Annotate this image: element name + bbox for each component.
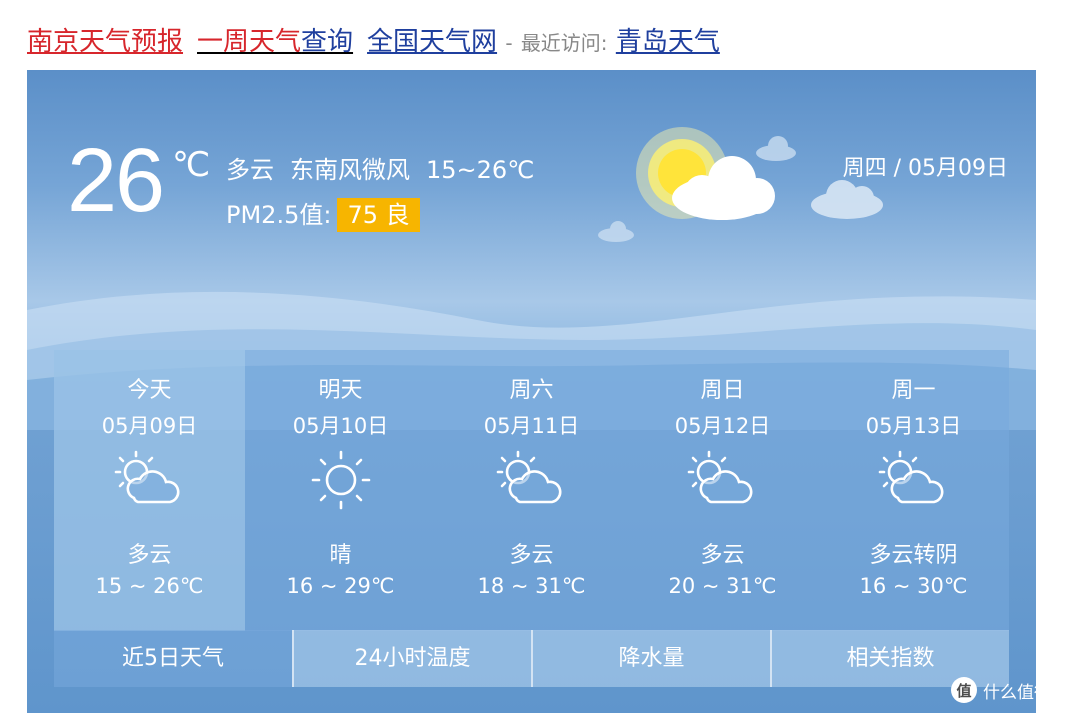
link-separator: - <box>505 31 513 55</box>
forecast-day-date: 05月12日 <box>674 414 771 438</box>
forecast-temp-range: 20 ~ 31℃ <box>668 574 777 598</box>
partly-cloudy-icon <box>878 450 944 504</box>
sun-cloud-illustration <box>598 127 883 242</box>
five-day-forecast: 今天 05月09日 多云 15 ~ 26℃ 明天 05月10日 晴 16 ~ 2… <box>54 350 1009 631</box>
forecast-condition: 多云 <box>509 543 554 568</box>
forecast-day: 周一 05月13日 多云转阴 16 ~ 30℃ <box>818 350 1009 631</box>
current-temp-range: 15~26℃ <box>426 156 535 184</box>
partly-cloudy-icon <box>687 450 753 504</box>
sunny-icon <box>311 450 371 510</box>
partly-cloudy-icon <box>114 450 180 504</box>
forecast-day: 周六 05月11日 多云 18 ~ 31℃ <box>436 350 627 631</box>
forecast-temp-range: 18 ~ 31℃ <box>477 574 586 598</box>
nanjing-forecast-link[interactable]: 南京天气预报 <box>27 27 183 57</box>
watermark: 值 什么值得买 <box>951 675 1068 705</box>
weather-panel: 26 ℃ 多云 东南风微风 15~26℃ PM2.5值: 75 良 周四 / 05月0… <box>27 70 1036 713</box>
pm25-line: PM2.5值: 75 良 <box>226 195 420 232</box>
tab-24h-temperature[interactable]: 24小时温度 <box>292 630 531 687</box>
forecast-temp-range: 16 ~ 29℃ <box>286 574 395 598</box>
forecast-day-date: 05月11日 <box>483 414 580 438</box>
current-wind: 东南风微风 <box>290 156 410 184</box>
tab-precipitation[interactable]: 降水量 <box>531 630 770 687</box>
forecast-condition: 多云转阴 <box>869 543 958 568</box>
forecast-day: 今天 05月09日 多云 15 ~ 26℃ <box>54 350 245 631</box>
forecast-day: 周日 05月12日 多云 20 ~ 31℃ <box>627 350 818 631</box>
forecast-day-name: 明天 <box>318 378 363 403</box>
partly-cloudy-icon <box>496 450 562 504</box>
top-links: 南京天气预报 一周天气查询 全国天气网 - 最近访问: 青岛天气 <box>27 22 720 62</box>
forecast-condition: 多云 <box>127 543 172 568</box>
current-condition: 多云 <box>226 156 274 184</box>
forecast-condition: 多云 <box>700 543 745 568</box>
pm25-label: PM2.5值: <box>226 201 332 229</box>
forecast-day-name: 周一 <box>891 378 936 403</box>
forecast-day-date: 05月13日 <box>865 414 962 438</box>
pm25-badge: 75 良 <box>337 198 420 232</box>
week-weather-link-suffix: 查询 <box>301 27 354 57</box>
current-temperature: 26 <box>67 131 165 231</box>
forecast-tabs: 近5日天气 24小时温度 降水量 相关指数 <box>54 630 1009 687</box>
forecast-day-date: 05月10日 <box>292 414 389 438</box>
forecast-day: 明天 05月10日 晴 16 ~ 29℃ <box>245 350 436 631</box>
recent-city-link[interactable]: 青岛天气 <box>616 27 720 57</box>
current-condition-line: 多云 东南风微风 15~26℃ <box>226 150 550 185</box>
watermark-text: 什么值得买 <box>983 682 1068 703</box>
current-date: 周四 / 05月09日 <box>842 156 1008 181</box>
forecast-condition: 晴 <box>329 543 352 568</box>
tab-5-day-weather[interactable]: 近5日天气 <box>54 630 292 687</box>
forecast-day-name: 周六 <box>509 378 554 403</box>
recent-visit-label: 最近访问: <box>520 31 608 55</box>
week-weather-link-prefix: 一周天气 <box>197 27 302 57</box>
watermark-logo-icon: 值 <box>951 677 977 703</box>
forecast-day-date: 05月09日 <box>101 414 198 438</box>
national-weather-link[interactable]: 全国天气网 <box>367 27 497 57</box>
forecast-day-name: 周日 <box>700 378 745 403</box>
forecast-temp-range: 15 ~ 26℃ <box>95 574 204 598</box>
forecast-day-name: 今天 <box>127 378 172 403</box>
week-weather-link[interactable]: 一周天气查询 <box>197 27 353 57</box>
forecast-temp-range: 16 ~ 30℃ <box>859 574 968 598</box>
temperature-unit: ℃ <box>172 145 211 185</box>
